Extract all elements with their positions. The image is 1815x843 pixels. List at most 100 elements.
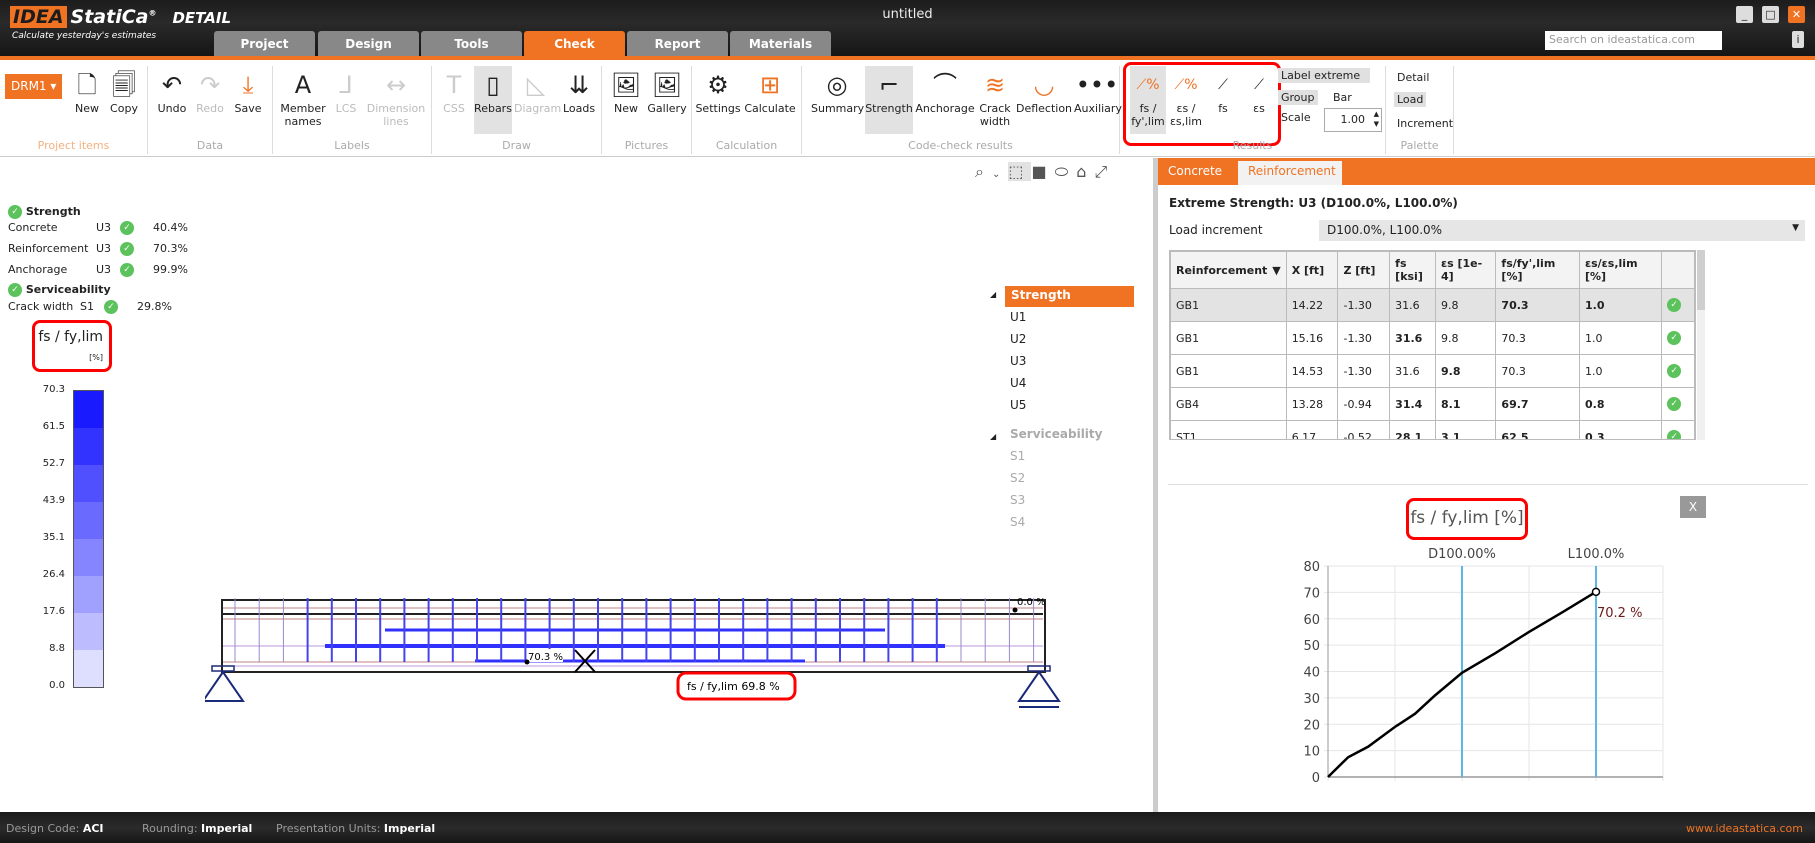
summary-row-case: S1 xyxy=(80,300,94,313)
summary-button[interactable]: ◎ Summary xyxy=(811,66,864,115)
tab-reinforcement[interactable]: Reinforcement xyxy=(1238,161,1342,185)
table-row[interactable]: GB1 14.22 -1.30 31.6 9.8 70.3 1.0 ✓ xyxy=(1170,288,1695,322)
new-picture-button[interactable]: 🖼 New xyxy=(608,66,644,115)
solid-view-icon[interactable]: ■ xyxy=(1031,162,1054,181)
tab-tools[interactable]: Tools xyxy=(421,31,522,57)
palette-load[interactable]: Load xyxy=(1394,92,1427,107)
tree-item-u3[interactable]: U3 xyxy=(1010,354,1026,368)
dimension-lines-button[interactable]: ↔ Dimension lines xyxy=(365,66,427,128)
search-input[interactable]: Search on ideastatica.com xyxy=(1545,31,1722,50)
tab-design[interactable]: Design xyxy=(318,31,419,57)
stepper-arrows-icon[interactable]: ▲ ▼ xyxy=(1374,109,1379,129)
color-scale-bar xyxy=(73,390,104,688)
summary-row-name: Anchorage xyxy=(8,263,68,276)
chevron-down-icon[interactable]: ⌄ xyxy=(992,169,1008,180)
save-button[interactable]: ⤓ Save xyxy=(230,66,266,115)
color-scale-band xyxy=(74,576,103,613)
redo-button[interactable]: ↷ Redo xyxy=(192,66,228,115)
y-tick-label: 60 xyxy=(1303,613,1320,628)
tab-check[interactable]: Check xyxy=(524,31,625,57)
close-button[interactable]: ✕ xyxy=(1788,6,1805,23)
minimize-button[interactable]: _ xyxy=(1736,6,1753,23)
table-cell: 9.8 xyxy=(1434,321,1497,355)
settings-button[interactable]: ⚙ Settings xyxy=(695,66,741,115)
member-dropdown[interactable]: DRM1 ▾ xyxy=(5,74,62,99)
tab-report[interactable]: Report xyxy=(627,31,728,57)
column-header[interactable]: fs/fy',lim [%] xyxy=(1495,251,1580,289)
table-scrollbar[interactable] xyxy=(1697,250,1705,440)
tree-item-s4[interactable]: S4 xyxy=(1010,515,1025,529)
undo-button[interactable]: ↶ Undo xyxy=(154,66,190,115)
load-increment-dropdown[interactable]: D100.0%, L100.0% ▼ xyxy=(1319,220,1805,241)
copy-icon: 🗐 xyxy=(112,71,136,99)
color-scale-band xyxy=(74,613,103,650)
tree-item-s2[interactable]: S2 xyxy=(1010,471,1025,485)
loads-button[interactable]: ⇊ Loads xyxy=(560,66,598,115)
group-toggle[interactable]: Group xyxy=(1278,90,1318,105)
rebars-button[interactable]: ▯ Rebars xyxy=(474,66,512,134)
anchorage-button[interactable]: ⌒ Anchorage xyxy=(915,66,975,115)
table-row[interactable]: ST1 6.17 -0.52 28.1 3.1 62.5 0.3 ✓ xyxy=(1170,420,1695,439)
home-icon[interactable]: ⌂ xyxy=(1076,162,1094,181)
copy-button[interactable]: 🗐 Copy xyxy=(106,66,142,115)
scrollbar-thumb[interactable] xyxy=(1697,250,1705,310)
wireframe-view-icon[interactable]: ⬚ xyxy=(1008,162,1032,181)
new-button[interactable]: 🗋 New xyxy=(70,66,104,115)
group-labels: A Member names ⅃ LCS ↔ Dimension lines Labe… xyxy=(273,66,432,154)
tab-concrete[interactable]: Concrete xyxy=(1168,164,1222,178)
tree-strength[interactable]: Strength xyxy=(1005,286,1134,307)
crack-width-button[interactable]: ≋ Crack width xyxy=(977,66,1013,128)
deflection-button[interactable]: ◡ Deflection xyxy=(1015,66,1073,115)
tree-item-u4[interactable]: U4 xyxy=(1010,376,1026,390)
tree-item-u1[interactable]: U1 xyxy=(1010,310,1026,324)
tree-item-u5[interactable]: U5 xyxy=(1010,398,1026,412)
diagram-button[interactable]: ◺ Diagram xyxy=(514,66,561,115)
column-header[interactable]: X [ft] xyxy=(1285,251,1339,289)
fullscreen-icon[interactable]: ⤢ xyxy=(1094,162,1115,181)
collapse-triangle-icon[interactable]: ◢ xyxy=(990,432,996,441)
strength-label: Strength xyxy=(865,102,913,115)
table-row[interactable]: GB1 15.16 -1.30 31.6 9.8 70.3 1.0 ✓ xyxy=(1170,321,1695,355)
column-header[interactable]: fs [ksi] xyxy=(1389,251,1436,289)
column-header[interactable]: εs [1e-4] xyxy=(1434,251,1497,289)
zoom-icon[interactable]: ⌕ xyxy=(975,162,992,181)
group-label: Pictures xyxy=(624,139,669,152)
palette-increment[interactable]: Increment xyxy=(1394,116,1456,131)
info-button[interactable]: i xyxy=(1792,31,1804,48)
tree-item-s3[interactable]: S3 xyxy=(1010,493,1025,507)
strength-button[interactable]: ⌐ Strength xyxy=(865,66,913,134)
lcs-button[interactable]: ⅃ LCS xyxy=(329,66,363,115)
scale-input[interactable]: 1.00 ▲ ▼ xyxy=(1324,108,1382,132)
tab-project[interactable]: Project xyxy=(214,31,315,57)
column-header[interactable]: εs/εs,lim [%] xyxy=(1578,251,1663,289)
tree-item-s1[interactable]: S1 xyxy=(1010,449,1025,463)
website-link[interactable]: www.ideastatica.com xyxy=(1686,822,1803,835)
column-header[interactable]: Reinforcement ▼ xyxy=(1170,251,1287,289)
calculate-button[interactable]: ⊞ Calculate xyxy=(743,66,797,115)
viewport-3d[interactable]: ⌕⌄⬚■⬭⌂⤢ ✓ Strength Concrete U3 ✓ 40.4% Reinf… xyxy=(0,158,1153,812)
css-button[interactable]: T CSS xyxy=(436,66,472,115)
column-header[interactable]: Z [ft] xyxy=(1337,251,1391,289)
collapse-triangle-icon[interactable]: ◢ xyxy=(990,290,996,299)
y-tick-label: 30 xyxy=(1303,692,1320,707)
tree-item-u2[interactable]: U2 xyxy=(1010,332,1026,346)
title-bar: IDEA StatiCa® DETAIL Calculate yesterday's… xyxy=(0,0,1815,57)
palette-detail[interactable]: Detail xyxy=(1394,70,1432,85)
tree-serviceability[interactable]: Serviceability xyxy=(1010,427,1102,441)
auxiliary-button[interactable]: ••• Auxiliary xyxy=(1074,66,1122,115)
table-row[interactable]: GB1 14.53 -1.30 31.6 9.8 70.3 1.0 ✓ xyxy=(1170,354,1695,388)
column-header[interactable] xyxy=(1661,251,1695,289)
gallery-button[interactable]: 🖼 Gallery xyxy=(646,66,688,115)
column-header-label: fs [ksi] xyxy=(1395,257,1423,283)
member-names-button[interactable]: A Member names xyxy=(279,66,327,128)
bar-toggle[interactable]: Bar xyxy=(1330,90,1355,105)
status-cell: ✓ xyxy=(1661,354,1695,388)
chart-close-button[interactable]: X xyxy=(1680,496,1706,518)
label-extreme-toggle[interactable]: Label extreme xyxy=(1278,68,1370,83)
table-row[interactable]: GB4 13.28 -0.94 31.4 8.1 69.7 0.8 ✓ xyxy=(1170,387,1695,421)
filter-icon[interactable]: ▼ xyxy=(1272,264,1280,277)
group-palette: Detail Load Increment Palette xyxy=(1386,66,1454,154)
tab-materials[interactable]: Materials xyxy=(730,31,831,57)
view-box-icon[interactable]: ⬭ xyxy=(1055,162,1077,181)
maximize-button[interactable]: □ xyxy=(1762,6,1779,23)
